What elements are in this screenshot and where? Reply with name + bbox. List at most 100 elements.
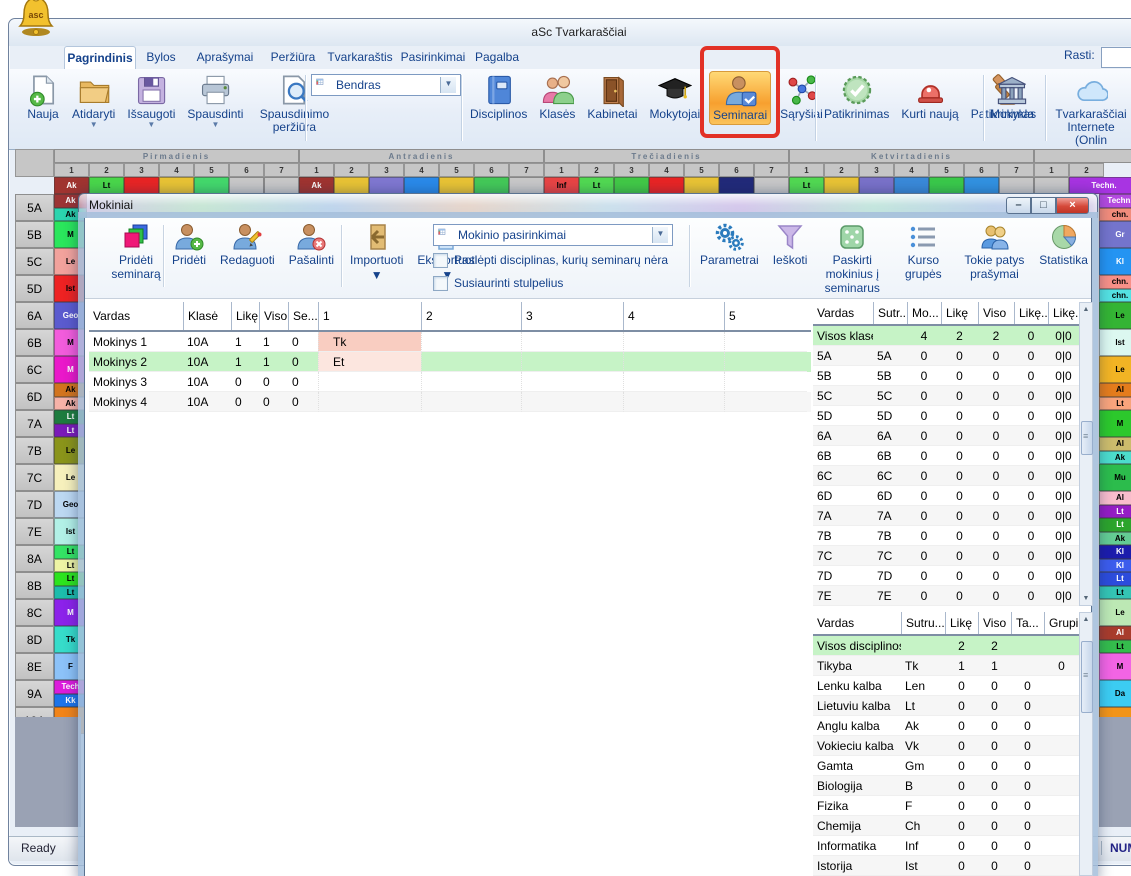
lesson-cell[interactable]: Ist xyxy=(1099,329,1131,356)
period-choice-cell[interactable] xyxy=(421,372,521,392)
table-row[interactable]: 7E7E00000|0 xyxy=(813,586,1079,606)
lesson-cell[interactable] xyxy=(719,177,754,194)
scroll-down-icon[interactable]: ▼ xyxy=(1080,592,1092,605)
period-header[interactable]: 6 xyxy=(719,163,754,177)
lesson-cell[interactable] xyxy=(859,177,894,194)
ribbon-button-mokykla[interactable]: Mokykla xyxy=(987,71,1037,123)
toolbar-button-parametrai[interactable]: Parametrai xyxy=(697,220,762,269)
lesson-cell[interactable] xyxy=(264,177,299,194)
period-choice-cell[interactable] xyxy=(421,392,521,412)
period-header[interactable]: 3 xyxy=(369,163,404,177)
ribbon-button-klasės[interactable]: Klasės xyxy=(536,71,578,123)
toolbar-button-importuoti[interactable]: Importuoti▼ xyxy=(347,220,406,284)
column-header[interactable]: Viso xyxy=(978,612,1011,634)
period-header[interactable]: 4 xyxy=(894,163,929,177)
table-row[interactable]: FizikaF000 xyxy=(813,796,1079,816)
period-header[interactable]: 5 xyxy=(439,163,474,177)
table-row[interactable]: 5C5C00000|0 xyxy=(813,386,1079,406)
lesson-cell[interactable]: Mu xyxy=(1099,464,1131,491)
lesson-cell[interactable] xyxy=(649,177,684,194)
class-row-label[interactable]: 6D xyxy=(15,383,54,410)
lesson-cell[interactable]: Lt xyxy=(1099,586,1131,600)
period-header[interactable]: 1 xyxy=(299,163,334,177)
class-row-label[interactable]: 6C xyxy=(15,356,54,383)
lesson-cell[interactable] xyxy=(404,177,439,194)
table-row[interactable]: 7D7D00000|0 xyxy=(813,566,1079,586)
lesson-cell[interactable]: Lt xyxy=(1099,505,1131,519)
view-selector-combobox[interactable]: Bendras▼ xyxy=(311,74,461,96)
lesson-cell[interactable] xyxy=(159,177,194,194)
lesson-cell[interactable]: Inf xyxy=(544,177,579,194)
column-header[interactable]: Likę... xyxy=(1048,302,1079,324)
column-header[interactable]: Likę xyxy=(941,302,978,324)
column-header[interactable]: Likę xyxy=(945,612,978,634)
classes-summary-table[interactable]: VardasSutr...Mo...LikęVisoLikę...Likę...… xyxy=(813,302,1079,606)
period-choice-cell[interactable]: Tk xyxy=(318,332,421,352)
toolbar-button-pašalinti[interactable]: Pašalinti xyxy=(286,220,337,269)
class-row-label[interactable]: 7E xyxy=(15,518,54,545)
period-header[interactable]: 7 xyxy=(754,163,789,177)
table-row[interactable]: 7C7C00000|0 xyxy=(813,546,1079,566)
lesson-cell[interactable] xyxy=(614,177,649,194)
period-header[interactable]: 5 xyxy=(194,163,229,177)
period-header[interactable]: 7 xyxy=(999,163,1034,177)
checkbox[interactable] xyxy=(433,253,448,268)
disciplines-summary-table[interactable]: VardasSutru...LikęVisoTa...Grupių pVisos… xyxy=(813,612,1079,876)
period-header[interactable]: 2 xyxy=(824,163,859,177)
period-choice-cell[interactable] xyxy=(521,372,623,392)
period-header[interactable]: 2 xyxy=(89,163,124,177)
class-row-label[interactable]: 5D xyxy=(15,275,54,302)
lesson-cell[interactable] xyxy=(229,177,264,194)
period-header[interactable]: 7 xyxy=(509,163,544,177)
lesson-cell[interactable]: Le xyxy=(1099,302,1131,329)
period-header[interactable]: 4 xyxy=(649,163,684,177)
table-row[interactable]: 6B6B00000|0 xyxy=(813,446,1079,466)
period-choice-cell[interactable] xyxy=(724,332,807,352)
lesson-cell[interactable] xyxy=(684,177,719,194)
table-row[interactable]: Anglu kalbaAk000 xyxy=(813,716,1079,736)
lesson-cell[interactable]: Da xyxy=(1099,680,1131,707)
class-row-label[interactable]: 7D xyxy=(15,491,54,518)
lesson-cell[interactable] xyxy=(509,177,544,194)
ribbon-button-spausdinti[interactable]: Spausdinti▼ xyxy=(184,71,246,130)
lesson-cell[interactable]: M xyxy=(1099,410,1131,437)
table-row[interactable]: Mokinys 110A110Tk xyxy=(89,332,811,352)
lesson-cell[interactable] xyxy=(334,177,369,194)
column-header[interactable]: Vardas xyxy=(813,302,873,324)
lesson-cell[interactable]: Kl xyxy=(1099,248,1131,275)
column-header[interactable]: Klasė xyxy=(183,302,231,330)
period-header[interactable]: 4 xyxy=(404,163,439,177)
column-header[interactable]: Mo... xyxy=(907,302,941,324)
toolbar-button-statistika[interactable]: Statistika xyxy=(1036,220,1091,269)
lesson-cell[interactable]: Kl xyxy=(1099,559,1131,573)
tab-aprašymai[interactable]: Aprašymai xyxy=(191,46,259,68)
class-row-label[interactable]: 8A xyxy=(15,545,54,572)
column-header[interactable]: Likę... xyxy=(1014,302,1048,324)
scroll-up-icon[interactable]: ▲ xyxy=(1080,303,1092,316)
toolbar-button-ieškoti[interactable]: Ieškoti xyxy=(770,220,811,269)
period-choice-cell[interactable] xyxy=(421,352,521,372)
period-choice-cell[interactable] xyxy=(623,372,724,392)
class-row-label[interactable]: 9A xyxy=(15,680,54,707)
table-row[interactable]: 6A6A00000|0 xyxy=(813,426,1079,446)
table-row[interactable]: Mokinys 210A110Et xyxy=(89,352,811,372)
period-header[interactable]: 1 xyxy=(789,163,824,177)
period-choice-cell[interactable] xyxy=(521,332,623,352)
table-row[interactable]: IstorijaIst000 xyxy=(813,856,1079,876)
tab-pasirinkimai[interactable]: Pasirinkimai xyxy=(399,46,467,68)
class-row-label[interactable]: 8D xyxy=(15,626,54,653)
app-titlebar[interactable]: aSc Tvarkaraščiai xyxy=(9,19,1131,46)
class-row-label[interactable]: 5B xyxy=(15,221,54,248)
lesson-cell[interactable] xyxy=(964,177,999,194)
column-header[interactable]: 2 xyxy=(421,302,521,330)
tab-pagalba[interactable]: Pagalba xyxy=(471,46,523,68)
toolbar-button-kurso-grupės[interactable]: Kurso grupės xyxy=(894,220,952,283)
column-header[interactable]: Vardas xyxy=(813,612,901,634)
toolbar-button-pridėti[interactable]: Pridėti xyxy=(169,220,209,269)
column-header[interactable]: 4 xyxy=(623,302,724,330)
lesson-cell[interactable]: Al xyxy=(1099,626,1131,640)
column-header[interactable]: 5 xyxy=(724,302,807,330)
class-row-label[interactable]: 8E xyxy=(15,653,54,680)
lesson-cell[interactable] xyxy=(1034,177,1069,194)
class-row-label[interactable]: 5A xyxy=(15,194,54,221)
